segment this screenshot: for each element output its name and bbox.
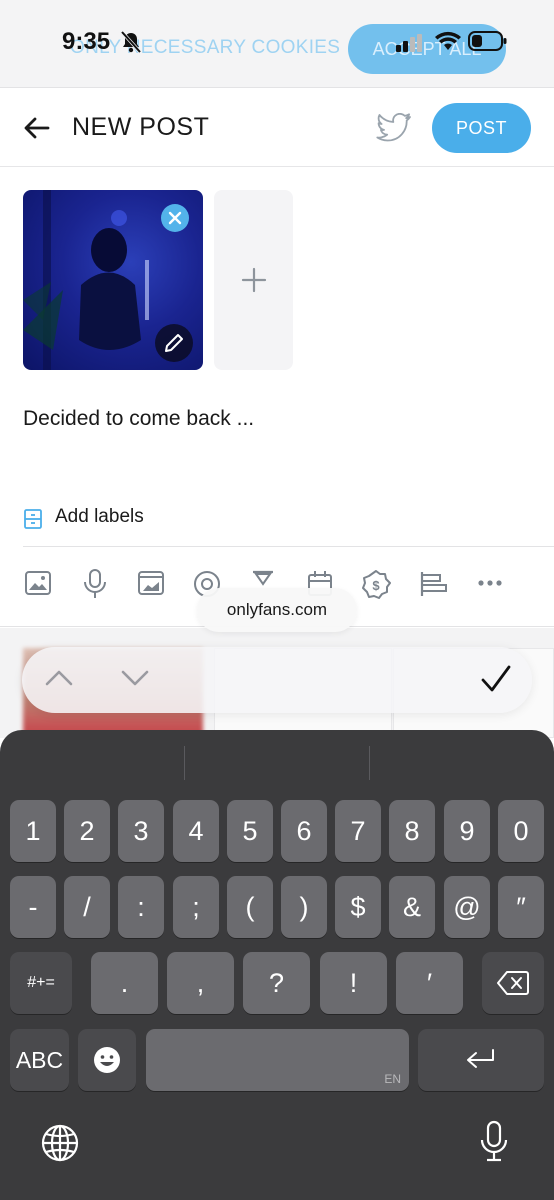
- emoji-key[interactable]: [78, 1029, 136, 1091]
- chevron-down-icon[interactable]: [120, 667, 150, 689]
- dictation-microphone-icon[interactable]: [478, 1120, 510, 1164]
- twitter-icon[interactable]: [376, 113, 412, 143]
- back-arrow-icon[interactable]: [22, 113, 52, 143]
- backspace-icon: [497, 971, 529, 995]
- text-format-icon[interactable]: [418, 569, 448, 599]
- status-bar: ONLY NECESSARY COOKIES ACCEPT ALL 9:35: [0, 0, 554, 88]
- space-key[interactable]: EN: [146, 1029, 409, 1091]
- only-necessary-cookies-button[interactable]: ONLY NECESSARY COOKIES: [70, 37, 340, 59]
- signal-icon: [396, 34, 422, 52]
- key-more-symbols[interactable]: #+=: [10, 952, 72, 1014]
- close-icon: [168, 211, 182, 225]
- keyboard: 1 2 3 4 5 6 7 8 9 0 - / : ; ( ) $ & @ ″ …: [0, 730, 554, 1200]
- plus-icon: [241, 267, 267, 293]
- image-icon[interactable]: [24, 569, 52, 597]
- status-time: 9:35: [62, 28, 111, 55]
- header: NEW POST POST: [0, 89, 554, 167]
- key-8[interactable]: 8: [389, 800, 435, 862]
- key-1[interactable]: 1: [10, 800, 56, 862]
- suggestion-divider: [369, 746, 370, 780]
- space-language-label: EN: [384, 1072, 401, 1086]
- key-6[interactable]: 6: [281, 800, 327, 862]
- label-icon: [24, 509, 42, 529]
- remove-media-button[interactable]: [161, 204, 189, 232]
- svg-text:$: $: [372, 578, 380, 593]
- key-3[interactable]: 3: [118, 800, 164, 862]
- key-5[interactable]: 5: [227, 800, 273, 862]
- suggestion-divider: [184, 746, 185, 780]
- key-7[interactable]: 7: [335, 800, 381, 862]
- key-exclamation[interactable]: !: [320, 952, 387, 1014]
- key-at[interactable]: @: [444, 876, 490, 938]
- key-slash[interactable]: /: [64, 876, 110, 938]
- emoji-icon: [94, 1047, 120, 1073]
- page-title: NEW POST: [72, 113, 210, 141]
- return-key[interactable]: [418, 1029, 544, 1091]
- key-double-quote[interactable]: ″: [498, 876, 544, 938]
- post-button[interactable]: POST: [432, 103, 531, 153]
- globe-icon[interactable]: [40, 1123, 80, 1163]
- price-icon[interactable]: $: [360, 569, 392, 601]
- chevron-up-icon[interactable]: [44, 667, 74, 689]
- wifi-icon: [435, 31, 461, 50]
- checkmark-icon[interactable]: [480, 664, 512, 694]
- key-dollar[interactable]: $: [335, 876, 381, 938]
- delete-key[interactable]: [482, 952, 544, 1014]
- key-left-paren[interactable]: (: [227, 876, 273, 938]
- edit-media-button[interactable]: [155, 324, 193, 362]
- key-2[interactable]: 2: [64, 800, 110, 862]
- add-labels-label: Add labels: [55, 506, 144, 527]
- vault-icon[interactable]: [137, 569, 165, 597]
- key-question[interactable]: ?: [243, 952, 310, 1014]
- microphone-icon[interactable]: [82, 569, 108, 599]
- key-right-paren[interactable]: ): [281, 876, 327, 938]
- post-text-input[interactable]: Decided to come back ...: [23, 407, 254, 431]
- key-semicolon[interactable]: ;: [173, 876, 219, 938]
- key-apostrophe[interactable]: ′: [396, 952, 463, 1014]
- pencil-icon: [165, 334, 183, 352]
- key-hyphen[interactable]: -: [10, 876, 56, 938]
- key-comma[interactable]: ,: [167, 952, 234, 1014]
- battery-icon: [468, 31, 507, 51]
- key-4[interactable]: 4: [173, 800, 219, 862]
- key-0[interactable]: 0: [498, 800, 544, 862]
- key-period[interactable]: .: [91, 952, 158, 1014]
- form-accessory-bar: [22, 647, 532, 713]
- key-9[interactable]: 9: [444, 800, 490, 862]
- bell-slash-icon: [120, 30, 142, 54]
- key-colon[interactable]: :: [118, 876, 164, 938]
- return-icon: [467, 1049, 494, 1068]
- media-thumbnail[interactable]: [23, 190, 203, 370]
- key-ampersand[interactable]: &: [389, 876, 435, 938]
- add-media-button[interactable]: [214, 190, 293, 370]
- divider: [23, 546, 554, 547]
- url-pill: onlyfans.com: [197, 588, 357, 632]
- more-icon[interactable]: [476, 569, 504, 597]
- abc-key[interactable]: ABC: [10, 1029, 69, 1091]
